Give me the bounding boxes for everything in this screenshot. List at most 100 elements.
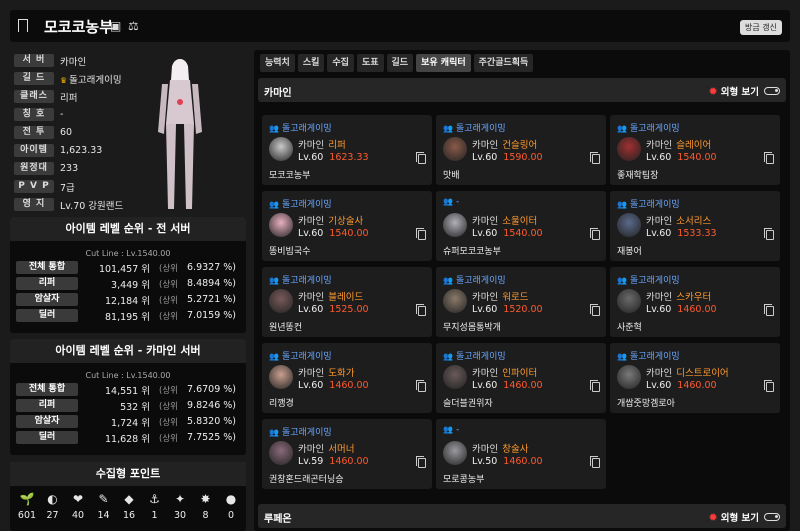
toggle-switch[interactable] bbox=[764, 87, 780, 95]
copy-icon[interactable] bbox=[764, 228, 774, 240]
collection-item[interactable]: ✦ 30 bbox=[169, 492, 191, 521]
copy-icon[interactable] bbox=[590, 380, 600, 392]
character-card[interactable]: 👥 돌고래게이밍 카마인 건슬링어 Lv.60 1590.00 맛배 bbox=[436, 115, 606, 185]
guild-icon: 👥 bbox=[443, 124, 453, 133]
collection-value: 601 bbox=[17, 510, 37, 521]
collection-item[interactable]: ◆ 16 bbox=[118, 492, 140, 521]
collection-item[interactable]: ✸ 8 bbox=[195, 492, 217, 521]
character-card[interactable]: 👥 돌고래게이밍 카마인 기상술사 Lv.60 1540.00 똥비빔국수 bbox=[262, 191, 432, 261]
tab-5[interactable]: 보유 캐릭터 bbox=[416, 54, 471, 72]
character-card[interactable]: 👥 돌고래게이밍 카마인 도화가 Lv.60 1460.00 리깽경 bbox=[262, 343, 432, 413]
collection-item[interactable]: ✎ 14 bbox=[93, 492, 115, 521]
level-line: Lv.60 1460.00 bbox=[298, 380, 369, 391]
collection-item[interactable]: ◐ 27 bbox=[42, 492, 64, 521]
copy-icon[interactable] bbox=[416, 380, 426, 392]
rank-unit: (상위 bbox=[159, 385, 178, 396]
tab-1[interactable]: 스킬 bbox=[297, 54, 325, 72]
character-card[interactable]: 👥 돌고래게이밍 카마인 리퍼 Lv.60 1623.33 모코코농부 bbox=[262, 115, 432, 185]
character-card[interactable]: 👥 돌고래게이밍 카마인 워로드 Lv.60 1520.00 무지성몸통박개 bbox=[436, 267, 606, 337]
scale-icon[interactable]: ⚖ bbox=[128, 19, 139, 33]
character-card[interactable]: 👥 돌고래게이밍 카마인 스카우터 Lv.60 1460.00 사준혁 bbox=[610, 267, 780, 337]
character-card[interactable]: 👥 돌고래게이밍 카마인 서머너 Lv.59 1460.00 권창혼드래곤터닝승 bbox=[262, 419, 432, 489]
copy-icon[interactable] bbox=[416, 456, 426, 468]
rank-row: 딜러 11,628 위 (상위 7.7525 %) bbox=[16, 431, 240, 445]
card-level: Lv.60 bbox=[646, 304, 672, 315]
copy-icon[interactable] bbox=[764, 152, 774, 164]
card-item-level: 1460.00 bbox=[503, 380, 543, 391]
profile-value-text: 돌고래게이밍 bbox=[69, 74, 122, 86]
copy-icon[interactable] bbox=[416, 152, 426, 164]
rank-percent: 8.4894 %) bbox=[187, 278, 236, 289]
collection-item[interactable]: 🌱 601 bbox=[16, 492, 38, 521]
rank-unit: (상위 bbox=[159, 433, 178, 444]
guild-icon: 👥 bbox=[443, 276, 453, 285]
rank-label: 암살자 bbox=[16, 415, 78, 428]
card-class: 도화가 bbox=[328, 368, 355, 379]
copy-icon[interactable] bbox=[590, 456, 600, 468]
guild-name: 돌고래게이밍 bbox=[629, 124, 680, 134]
appearance-label: 외형 보기 bbox=[720, 513, 759, 524]
copy-icon[interactable] bbox=[590, 228, 600, 240]
character-card[interactable]: 👥 돌고래게이밍 카마인 슬레이어 Lv.60 1540.00 좋재학팀장 bbox=[610, 115, 780, 185]
tab-0[interactable]: 능력치 bbox=[260, 54, 295, 72]
card-item-level: 1460.00 bbox=[329, 380, 369, 391]
toggle-switch[interactable] bbox=[764, 513, 780, 521]
copy-icon[interactable] bbox=[416, 304, 426, 316]
card-character-name: 무지성몸통박개 bbox=[443, 323, 501, 333]
collection-item[interactable]: ⚓ 1 bbox=[144, 492, 166, 521]
rank-label: 전체 통합 bbox=[16, 261, 78, 274]
panel-title: 아이템 레벨 순위 - 전 서버 bbox=[10, 217, 246, 241]
collection-value: 40 bbox=[71, 510, 85, 521]
collection-value: 1 bbox=[151, 510, 158, 521]
character-card[interactable]: 👥 돌고래게이밍 카마인 소서리스 Lv.60 1533.33 재봉어 bbox=[610, 191, 780, 261]
profile-row: 영 지 Lv.70 강원랜드 bbox=[14, 198, 123, 212]
copy-icon[interactable] bbox=[764, 380, 774, 392]
character-card[interactable]: 👥 돌고래게이밍 카마인 디스트로이어 Lv.60 1460.00 개쌉줏망겜로아 bbox=[610, 343, 780, 413]
profile-label: 칭 호 bbox=[14, 108, 54, 121]
refresh-button[interactable]: 방금 갱신 bbox=[740, 20, 782, 35]
rank-percent: 5.2721 %) bbox=[187, 294, 236, 305]
guild-icon: 👥 bbox=[617, 200, 627, 209]
card-level: Lv.60 bbox=[646, 380, 672, 391]
card-server: 카마인 bbox=[472, 292, 499, 303]
collection-item[interactable]: ● 0 bbox=[220, 492, 242, 521]
bookmark-icon[interactable] bbox=[18, 19, 28, 32]
tab-2[interactable]: 수집 bbox=[327, 54, 354, 72]
appearance-toggle[interactable]: ✹ 외형 보기 bbox=[709, 84, 780, 98]
tab-6[interactable]: 주간골드획득 bbox=[473, 54, 534, 72]
copy-icon[interactable] bbox=[590, 304, 600, 316]
profile-panel: 서 버 카마인 길 드 ♛ 돌고래게이밍 클래스 리퍼 칭 호-전 투 60 아이템 1,623.3… bbox=[10, 50, 246, 212]
voyage-icon: ⚓ bbox=[149, 492, 160, 506]
profile-row: 길 드 ♛ 돌고래게이밍 bbox=[14, 72, 122, 86]
character-card[interactable]: 👥 - 카마인 소울이터 Lv.60 1540.00 슈퍼모코코농부 bbox=[436, 191, 606, 261]
appearance-toggle[interactable]: ✹ 외형 보기 bbox=[709, 510, 780, 524]
guild-icon: 👥 bbox=[617, 352, 627, 361]
card-item-level: 1540.00 bbox=[677, 152, 717, 163]
level-line: Lv.59 1460.00 bbox=[298, 456, 369, 467]
collection-item[interactable]: ❤ 40 bbox=[67, 492, 89, 521]
profile-label: 전 투 bbox=[14, 126, 54, 139]
tab-3[interactable]: 도표 bbox=[356, 54, 384, 72]
tab-4[interactable]: 길드 bbox=[386, 54, 414, 72]
card-character-name: 개쌉줏망겜로아 bbox=[617, 399, 675, 409]
appearance-label: 외형 보기 bbox=[720, 87, 759, 98]
profile-value-text: 카마인 bbox=[60, 56, 87, 68]
level-line: Lv.60 1590.00 bbox=[472, 152, 543, 163]
rank-percent: 7.6709 %) bbox=[187, 384, 236, 395]
server-class-line: 카마인 리퍼 bbox=[298, 137, 346, 151]
card-class: 소울이터 bbox=[502, 216, 538, 227]
rank-server-panel: 아이템 레벨 순위 - 카마인 서버 Cut Line : Lv.1540.00… bbox=[10, 339, 246, 455]
character-card[interactable]: 👥 돌고래게이밍 카마인 블레이드 Lv.60 1525.00 원년똥컨 bbox=[262, 267, 432, 337]
copy-icon[interactable] bbox=[764, 304, 774, 316]
copy-icon[interactable] bbox=[416, 228, 426, 240]
level-line: Lv.60 1540.00 bbox=[298, 228, 369, 239]
guild-icon: 👥 bbox=[269, 352, 279, 361]
server-class-line: 카마인 스카우터 bbox=[646, 289, 711, 303]
copy-icon[interactable] bbox=[590, 152, 600, 164]
id-card-icon[interactable]: ▣ bbox=[110, 19, 121, 33]
character-avatar bbox=[617, 289, 641, 313]
character-card[interactable]: 👥 - 카마인 창술사 Lv.50 1460.00 모로콩농부 bbox=[436, 419, 606, 489]
card-class: 디스트로이어 bbox=[676, 368, 729, 379]
character-card[interactable]: 👥 돌고래게이밍 카마인 인파이터 Lv.60 1460.00 슬더블권위자 bbox=[436, 343, 606, 413]
server-class-line: 카마인 소울이터 bbox=[472, 213, 537, 227]
